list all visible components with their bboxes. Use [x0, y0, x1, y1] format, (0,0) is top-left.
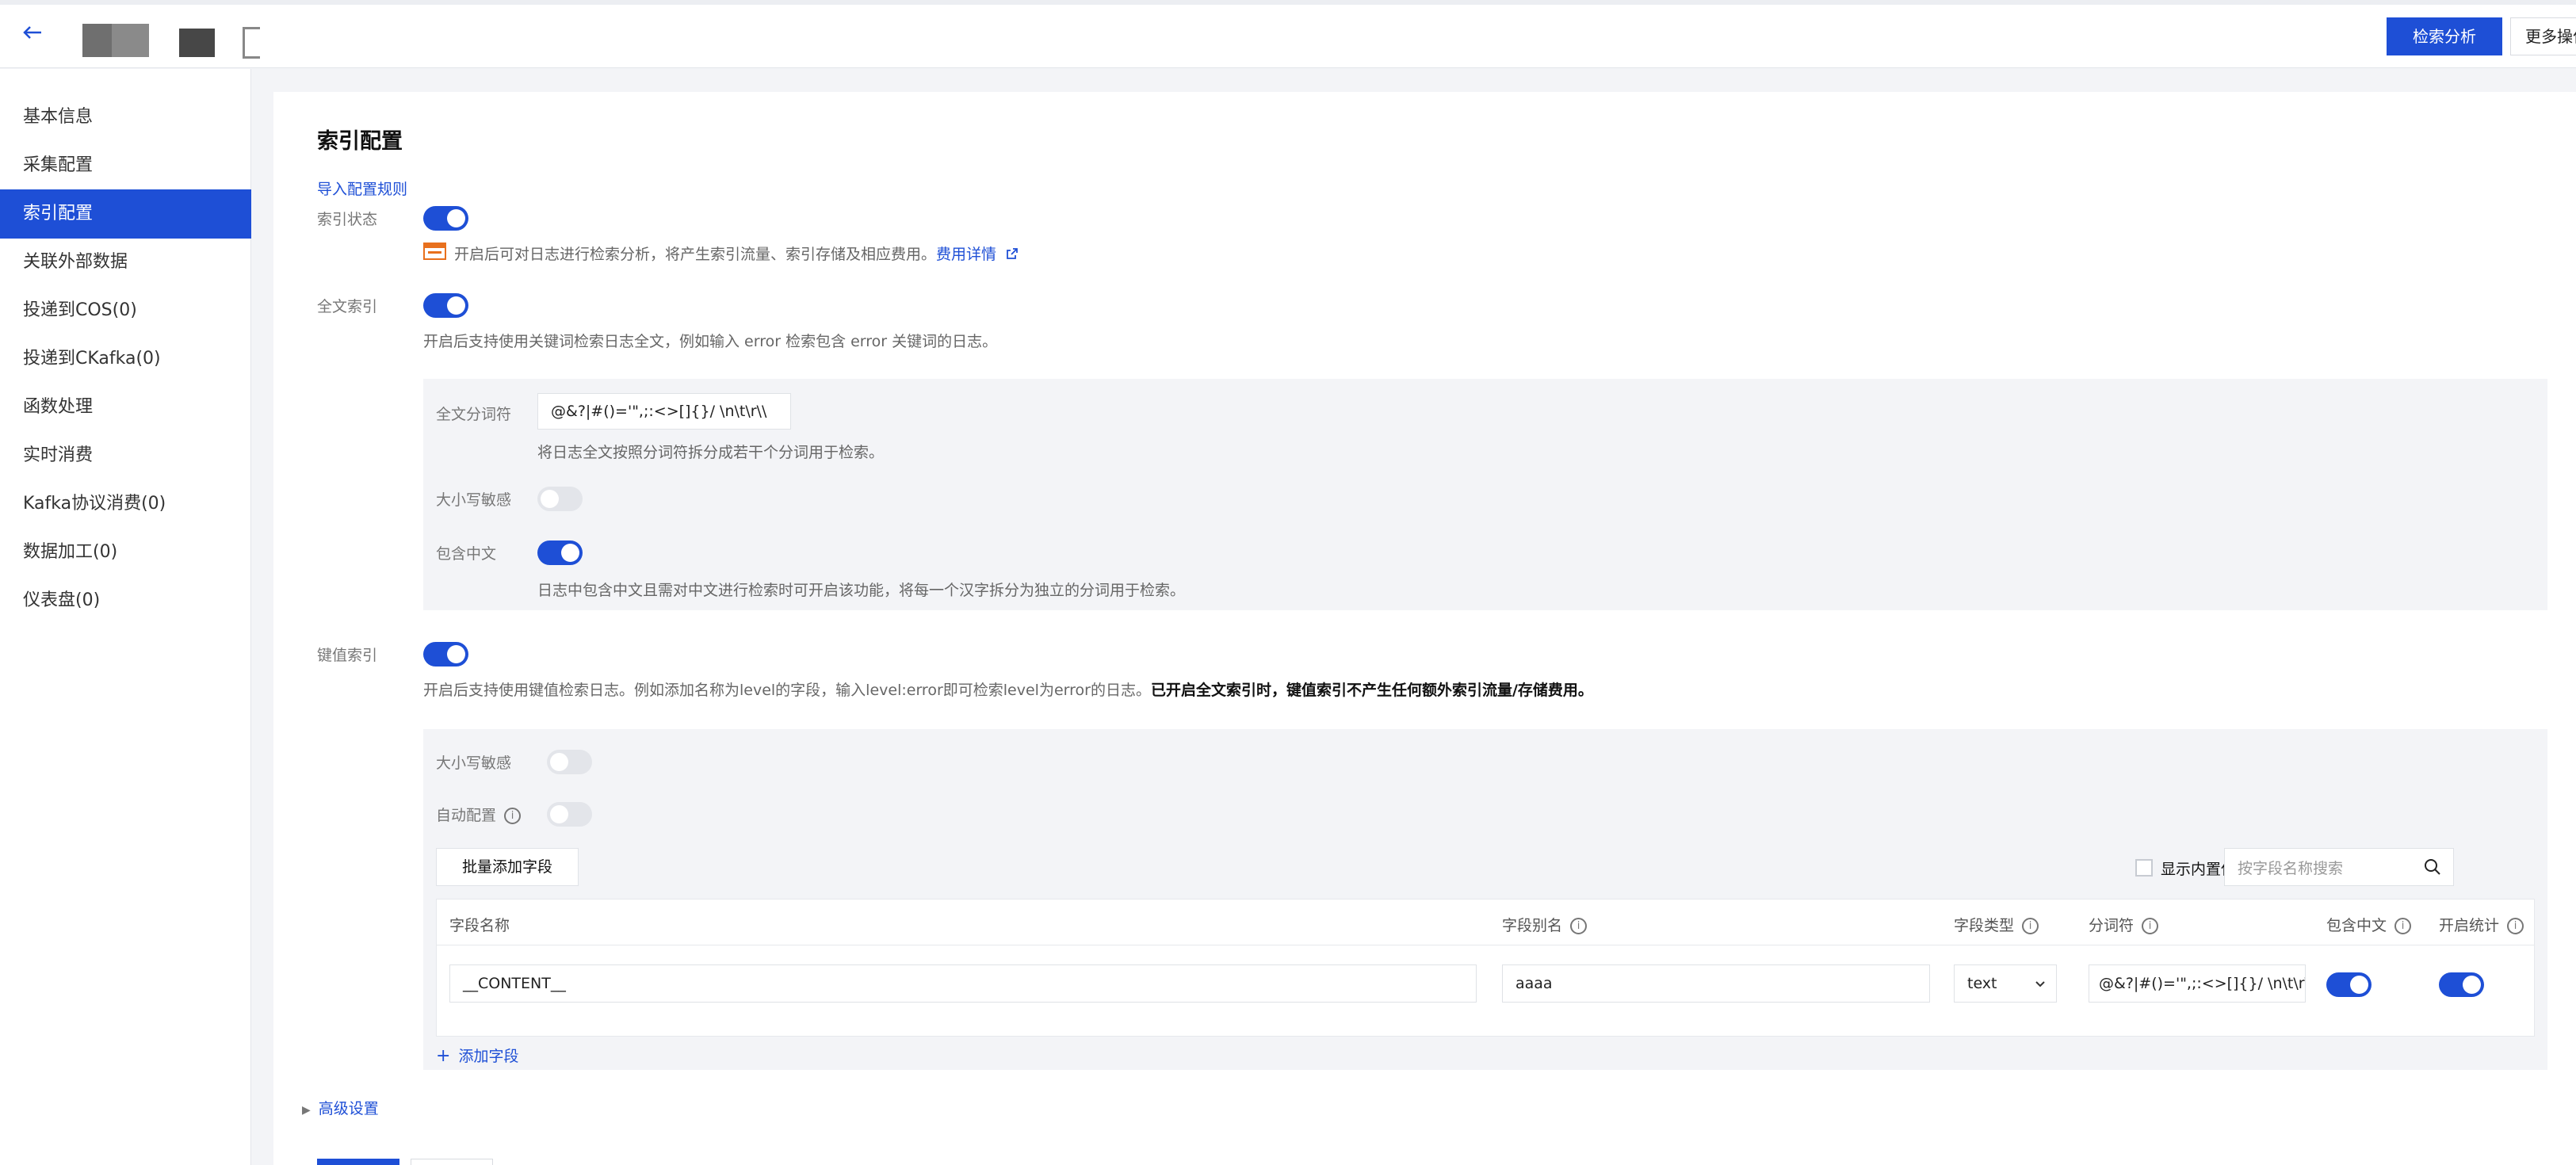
- info-icon[interactable]: i: [504, 808, 522, 824]
- top-divider: [0, 0, 2576, 5]
- search-analysis-button[interactable]: 检索分析: [2387, 17, 2502, 55]
- sidebar-item-data-processing[interactable]: 数据加工(0): [0, 528, 251, 577]
- info-icon[interactable]: i: [2022, 918, 2039, 934]
- info-icon[interactable]: i: [2142, 918, 2159, 934]
- table-header: [437, 900, 2534, 945]
- sidebar-item-ckafka[interactable]: 投递到CKafka(0): [0, 334, 251, 384]
- kv-case-toggle[interactable]: [547, 750, 592, 774]
- search-icon[interactable]: [2423, 858, 2442, 880]
- fulltext-chinese-desc: 日志中包含中文且需对中文进行检索时可开启该功能，将每一个汉字拆分为独立的分词用于…: [537, 582, 1186, 599]
- info-icon[interactable]: i: [2507, 918, 2524, 934]
- fulltext-desc: 开启后支持使用关键词检索日志全文，例如输入 error 检索包含 error 关…: [423, 333, 998, 350]
- kv-index-label: 键值索引: [317, 647, 378, 664]
- show-builtin-checkbox[interactable]: [2135, 859, 2153, 877]
- fields-table: 字段名称 字段别名 i 字段类型 i 分词符 i 包含中文 i 开启统计 i __CONT…: [436, 899, 2535, 1037]
- field-name-input[interactable]: __CONTENT__: [449, 964, 1477, 1003]
- main-content: 索引配置 导入配置规则 索引状态 开启后可对日志进行检索分析，将产生索引流量、索…: [273, 92, 2576, 1165]
- more-actions-button[interactable]: 更多操作: [2510, 17, 2576, 55]
- redacted-icon: [243, 27, 260, 59]
- index-status-notice: 开启后可对日志进行检索分析，将产生索引流量、索引存储及相应费用。费用详情: [454, 243, 1019, 264]
- col-delimiter: 分词符 i: [2089, 914, 2159, 935]
- fulltext-label: 全文索引: [317, 298, 378, 315]
- fulltext-chinese-label: 包含中文: [436, 545, 497, 563]
- col-stats: 开启统计 i: [2439, 914, 2524, 935]
- index-status-toggle[interactable]: [423, 206, 468, 231]
- field-type-select[interactable]: text: [1954, 964, 2057, 1003]
- col-field-type: 字段类型 i: [1954, 914, 2039, 935]
- fulltext-chinese-toggle[interactable]: [537, 540, 583, 565]
- kv-index-toggle[interactable]: [423, 642, 468, 667]
- caret-right-icon: ▶: [302, 1104, 311, 1117]
- external-link-icon: [1006, 246, 1019, 264]
- index-status-label: 索引状态: [317, 211, 378, 228]
- sidebar-item-external-data[interactable]: 关联外部数据: [0, 238, 251, 287]
- sidebar-item-dashboard[interactable]: 仪表盘(0): [0, 576, 251, 625]
- sidebar-item-kafka-protocol[interactable]: Kafka协议消费(0): [0, 479, 251, 529]
- fulltext-delimiter-desc: 将日志全文按照分词符拆分成若干个分词用于检索。: [537, 444, 885, 461]
- fulltext-panel: 全文分词符 @&?|#()='",;:<>[]{}/ \n\t\r\\ 将日志全…: [423, 379, 2547, 610]
- kv-case-label: 大小写敏感: [436, 754, 512, 772]
- sidebar-item-collection[interactable]: 采集配置: [0, 141, 251, 190]
- col-field-alias: 字段别名 i: [1502, 914, 1588, 935]
- sidebar-item-basic-info[interactable]: 基本信息: [0, 93, 251, 142]
- chevron-down-icon: [2035, 981, 2045, 987]
- info-icon[interactable]: i: [2394, 918, 2412, 934]
- row-chinese-toggle[interactable]: [2326, 972, 2372, 997]
- kv-auto-label: 自动配置 i: [436, 804, 522, 825]
- redacted-region: [179, 29, 215, 57]
- cancel-button[interactable]: [411, 1159, 493, 1165]
- kv-panel: 大小写敏感 自动配置 i 批量添加字段 显示内置保留字段 按字段名称搜索 字段名称…: [423, 729, 2547, 1070]
- fulltext-case-toggle[interactable]: [537, 487, 583, 511]
- fulltext-toggle[interactable]: [423, 293, 468, 318]
- field-search-input[interactable]: 按字段名称搜索: [2224, 848, 2454, 886]
- save-button[interactable]: [317, 1159, 399, 1165]
- page-title: 索引配置: [317, 129, 403, 154]
- advanced-settings-toggle[interactable]: ▶ 高级设置: [302, 1097, 379, 1118]
- sidebar-item-realtime[interactable]: 实时消费: [0, 431, 251, 480]
- sidebar: 基本信息 采集配置 索引配置 关联外部数据 投递到COS(0) 投递到CKafk…: [0, 69, 251, 1165]
- top-bar: 检索分析 更多操作: [0, 0, 2576, 68]
- col-chinese: 包含中文 i: [2326, 914, 2412, 935]
- row-stats-toggle[interactable]: [2439, 972, 2484, 997]
- fulltext-delimiter-label: 全文分词符: [436, 406, 512, 423]
- import-rules-link[interactable]: 导入配置规则: [317, 178, 407, 199]
- kv-auto-toggle[interactable]: [547, 802, 592, 827]
- batch-add-fields-button[interactable]: 批量添加字段: [436, 848, 579, 886]
- add-field-button[interactable]: + 添加字段: [436, 1045, 518, 1066]
- fulltext-case-label: 大小写敏感: [436, 491, 512, 509]
- sidebar-item-functions[interactable]: 函数处理: [0, 383, 251, 432]
- sidebar-item-index-config[interactable]: 索引配置: [0, 189, 251, 239]
- sidebar-item-cos[interactable]: 投递到COS(0): [0, 286, 251, 335]
- fee-details-link[interactable]: 费用详情: [936, 246, 996, 263]
- fulltext-delimiter-input[interactable]: @&?|#()='",;:<>[]{}/ \n\t\r\\: [537, 393, 791, 430]
- info-icon[interactable]: i: [1570, 918, 1588, 934]
- arrow-left-icon[interactable]: [19, 19, 46, 46]
- field-alias-input[interactable]: aaaa: [1502, 964, 1930, 1003]
- kv-index-desc: 开启后支持使用键值检索日志。例如添加名称为level的字段，输入level:er…: [423, 682, 1593, 699]
- col-field-name: 字段名称: [449, 917, 510, 934]
- redacted-title: [82, 24, 149, 57]
- field-delimiter-input[interactable]: @&?|#()='",;:<>[]{}/ \n\t\r\\: [2089, 964, 2306, 1003]
- notice-icon: [423, 243, 446, 260]
- plus-icon: +: [436, 1046, 451, 1066]
